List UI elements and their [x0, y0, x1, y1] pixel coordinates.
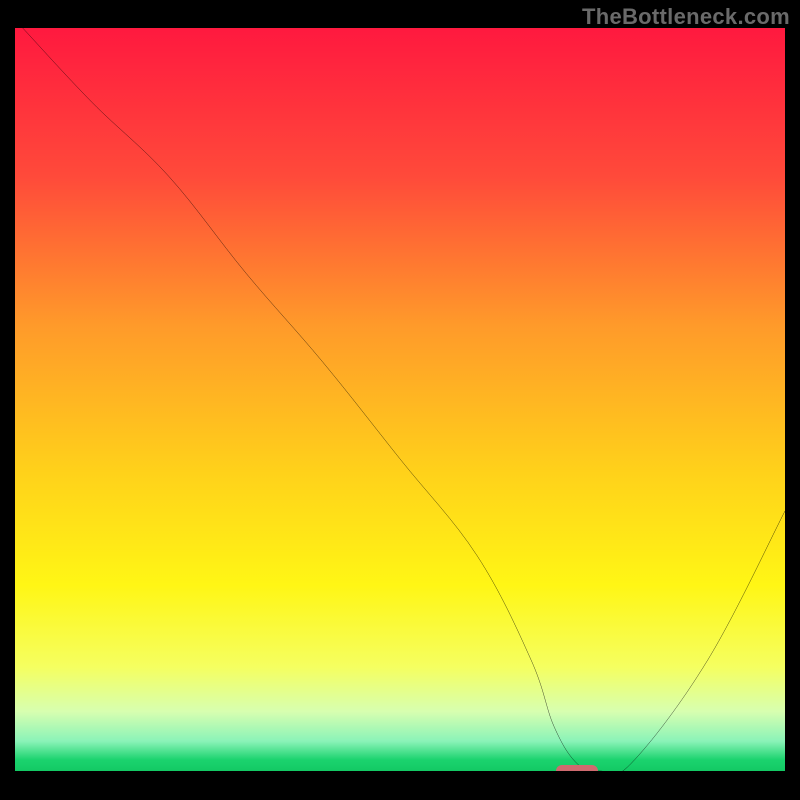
- optimal-marker: [556, 765, 598, 771]
- bottleneck-curve: [15, 28, 785, 771]
- plot-area: [15, 28, 785, 771]
- watermark-text: TheBottleneck.com: [582, 4, 790, 30]
- chart-frame: TheBottleneck.com: [0, 0, 800, 800]
- curve-path: [23, 28, 785, 771]
